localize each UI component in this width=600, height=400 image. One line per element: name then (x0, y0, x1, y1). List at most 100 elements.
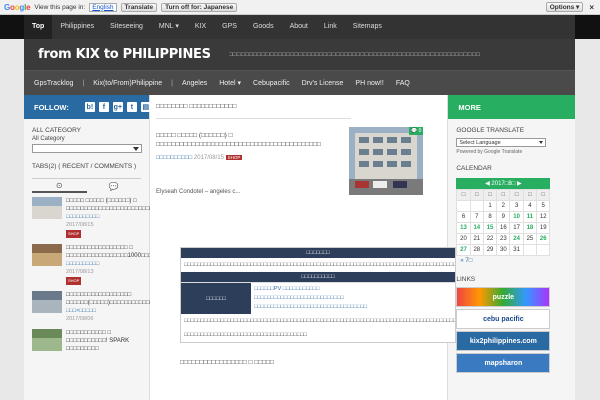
calendar-day[interactable]: 31 (509, 244, 524, 256)
calendar-day[interactable]: 1 (482, 200, 498, 212)
calendar-day[interactable]: 27 (456, 244, 471, 256)
calendar-day[interactable]: 12 (536, 211, 551, 223)
post-thumbnail[interactable] (32, 329, 62, 351)
language-select[interactable]: English (89, 2, 117, 12)
recent-list: □□□□□ □□□□□ (□□□□□□) □ □□□□□□□□□□□□□□□□□… (24, 193, 181, 363)
hatena-icon[interactable]: b! (84, 102, 95, 112)
left-sidebar: FOLLOW: b!fg+t▤⊕ ALL CATEGORY All Catego… (24, 95, 181, 400)
calendar-day[interactable]: 3 (509, 200, 524, 212)
post-title-2[interactable]: □□□□□□□□□□□□□□□□□ □ □□□□□ (180, 359, 274, 366)
calendar-day[interactable]: 29 (482, 244, 498, 256)
list-item-category[interactable]: □□□□□□□□□□ (66, 213, 153, 221)
google-translate-select[interactable]: Select Language (456, 138, 547, 147)
googleplus-icon[interactable]: g+ (112, 102, 123, 112)
calendar-header[interactable]: ◀ 2017□8□ ▶ (456, 178, 551, 189)
list-item-date: 2017/08/15 (66, 222, 94, 228)
calendar-day[interactable]: 4 (522, 200, 538, 212)
list-item-title[interactable]: □□□□□ □□□□□ (□□□□□□) □ □□□□□□□□□□□□□□□□□… (66, 198, 153, 212)
topnav-item[interactable]: About (282, 15, 316, 39)
topnav-item[interactable]: Siteseeing (102, 15, 151, 39)
mainnav-item[interactable]: FAQ (390, 80, 416, 87)
link-banner[interactable]: cebu pacific (456, 309, 551, 329)
link-banner[interactable]: mapsharon (456, 353, 551, 373)
calendar-day-header: □ (469, 189, 484, 201)
topnav-item[interactable]: MNL ▾ (151, 15, 187, 39)
topnav-item[interactable]: Link (316, 15, 345, 39)
calendar-day[interactable]: 5 (536, 200, 551, 212)
clock-icon: ⊙ (55, 180, 63, 190)
list-item[interactable]: □□□□□□□□□□□□□□□□□ □ □□□□□□□□□□□□□□□□□100… (32, 244, 181, 285)
mainnav-item[interactable]: PH now!! (349, 80, 389, 87)
post-thumbnail[interactable] (32, 244, 62, 266)
recent-tab[interactable]: ⊙ (32, 179, 87, 193)
close-icon[interactable]: × (587, 3, 596, 12)
calendar-day[interactable]: 23 (496, 233, 511, 245)
calendar-day[interactable]: 30 (496, 244, 511, 256)
list-item-category[interactable]: □□□×□□□□□ (66, 307, 161, 315)
calendar-day[interactable]: 11 (522, 211, 538, 223)
turn-off-button[interactable]: Turn off for: Japanese (161, 2, 238, 12)
post-category[interactable]: □□□□□□□□□□ (156, 155, 192, 161)
calendar-day[interactable]: 14 (469, 222, 484, 234)
row-link[interactable]: □□□□□□PV □□□□□□□□□□□ (254, 285, 452, 294)
calendar-day[interactable]: 6 (456, 211, 471, 223)
options-button[interactable]: Options ▾ (545, 2, 584, 12)
calendar-prev-link[interactable]: « 7□ (456, 256, 550, 266)
topnav-item[interactable]: Sitemaps (345, 15, 390, 39)
mainnav-item[interactable]: Angeles (176, 80, 213, 87)
mainnav-item[interactable]: Cebupacific (247, 80, 296, 87)
calendar-day[interactable]: 24 (509, 233, 524, 245)
calendar-day[interactable]: 9 (496, 211, 511, 223)
comments-tab[interactable]: 💬 (87, 179, 142, 193)
mainnav-item[interactable]: GpsTracklog (28, 80, 79, 87)
topnav-item[interactable]: Philippines (52, 15, 102, 39)
link-banner[interactable]: puzzle (456, 287, 551, 307)
list-item-title[interactable]: □□□□□□□□□□□□□□□□□□ □□□□□□(□□□□□)□□□□□□□□… (66, 292, 161, 306)
twitter-icon[interactable]: t (126, 102, 137, 112)
list-item[interactable]: □□□□□□□□□□□□□□□□□□ □□□□□□(□□□□□)□□□□□□□□… (32, 291, 161, 323)
row-label: □□□□□□ (181, 283, 251, 314)
calendar-day[interactable]: 16 (496, 222, 511, 234)
post-thumbnail[interactable] (32, 291, 62, 313)
post-thumbnail[interactable]: 💬 0 (349, 127, 424, 195)
calendar-day[interactable]: 21 (469, 233, 484, 245)
recent-tabs: ⊙ 💬 (32, 178, 141, 193)
category-select[interactable] (32, 144, 142, 153)
calendar-day[interactable]: 18 (522, 222, 538, 234)
calendar-day[interactable]: 26 (536, 233, 551, 245)
post-badge: SHOP (225, 155, 243, 160)
site-logo[interactable]: from KIX to PHILIPPINES (38, 47, 211, 62)
topnav-item[interactable]: Top (24, 15, 53, 39)
mainnav-item[interactable]: Hotel ▾ (213, 79, 247, 87)
table-row: □□□□□□ □□□□□□PV □□□□□□□□□□□ □□□□□□□□□□□□□… (181, 282, 455, 314)
topnav-item[interactable]: Goods (245, 15, 282, 39)
mainnav-item[interactable]: Drv's License (296, 80, 350, 87)
calendar-day[interactable]: 25 (522, 233, 538, 245)
calendar-day[interactable]: 22 (482, 233, 498, 245)
translate-button[interactable]: Translate (120, 2, 158, 12)
list-item-title[interactable]: □□□□□□□□□□□ □ □□□□□□□□□□□! SPARK □□□□□□□… (66, 330, 129, 352)
calendar-day[interactable]: 7 (469, 211, 484, 223)
calendar-day[interactable]: 17 (509, 222, 524, 234)
all-category-title: ALL CATEGORY (32, 127, 82, 134)
calendar-day[interactable]: 20 (456, 233, 471, 245)
list-item[interactable]: □□□□□ □□□□□ (□□□□□□) □ □□□□□□□□□□□□□□□□□… (32, 197, 153, 238)
row-link[interactable]: □□□□□□□□□□□□□□□□□□□□□□□□□□□□□□□□□□ (254, 303, 452, 312)
list-item[interactable]: □□□□□□□□□□□ □ □□□□□□□□□□□! SPARK □□□□□□□… (32, 329, 141, 353)
list-item-text: □□□□□ □□□□□ (□□□□□□) □ □□□□□□□□□□□□□□□□□… (66, 197, 153, 238)
mainnav-item[interactable]: Kix(to/From)Philippine (87, 80, 168, 87)
topnav-item[interactable]: KIX (187, 15, 214, 39)
calendar-day[interactable]: 8 (482, 211, 498, 223)
calendar-day[interactable]: 15 (482, 222, 498, 234)
row-link[interactable]: □□□□□□□□□□□□□□□□□□□□□□□□□□□ (254, 294, 452, 303)
calendar-day[interactable]: 28 (469, 244, 484, 256)
topnav-item[interactable]: GPS (214, 15, 245, 39)
facebook-icon[interactable]: f (98, 102, 109, 112)
calendar-day[interactable]: 13 (456, 222, 471, 234)
calendar-day[interactable]: 19 (536, 222, 551, 234)
calendar-day[interactable]: 10 (509, 211, 524, 223)
link-banner[interactable]: kix2philippines.com (456, 331, 551, 351)
calendar-day[interactable]: 2 (496, 200, 511, 212)
post-title[interactable]: □□□□□ □□□□□ (□□□□□□) □ □□□□□□□□□□□□□□□□□… (156, 131, 328, 149)
post-thumbnail[interactable] (32, 197, 62, 219)
